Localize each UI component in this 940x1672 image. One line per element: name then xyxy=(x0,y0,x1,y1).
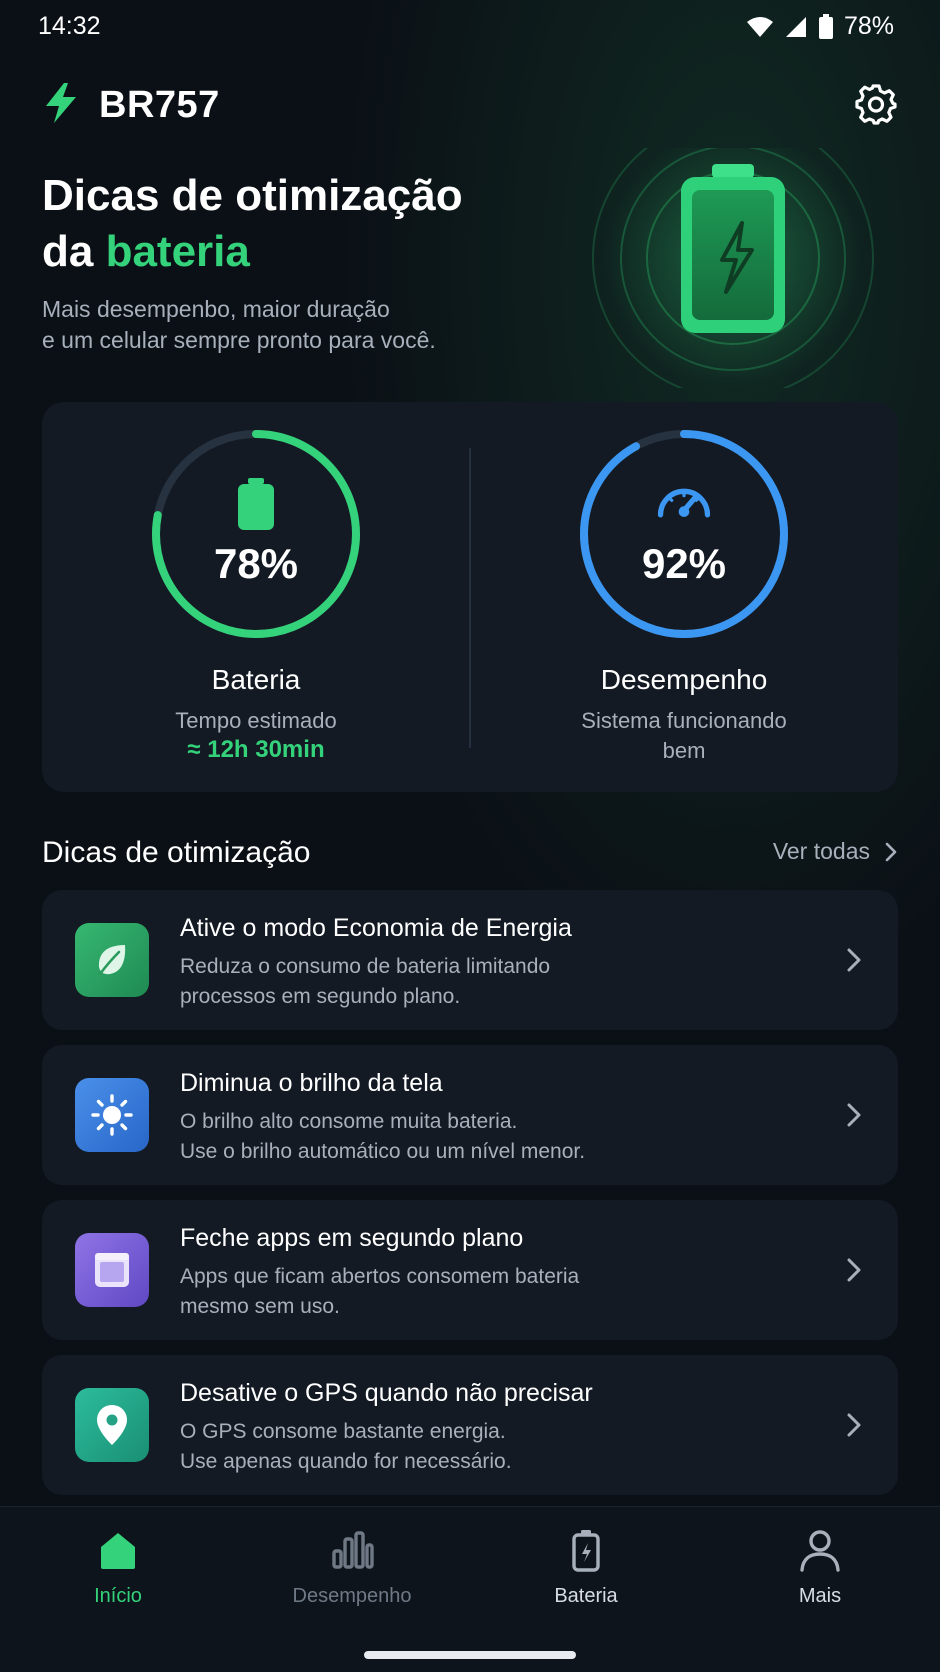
nav-label: Bateria xyxy=(554,1585,618,1607)
performance-label: Desempenho xyxy=(600,664,768,695)
performance-stat[interactable]: 92% Desempenho Sistema funcionando bem xyxy=(470,402,898,792)
tip-description: O brilho alto consome muita bateria. Use… xyxy=(180,1107,740,1167)
chevron-right-icon xyxy=(847,1103,861,1127)
bottom-nav: Início Desempenho Bateria Mais xyxy=(0,1506,940,1672)
page-subtitle-line1: Mais desempenbo, maior duração xyxy=(42,296,390,322)
battery-status-icon xyxy=(818,13,833,39)
nav-label: Mais xyxy=(798,1585,842,1607)
bar-chart-icon xyxy=(332,1531,374,1569)
signal-icon xyxy=(785,16,806,37)
tip-icon-box xyxy=(75,1233,149,1307)
bolt-icon xyxy=(46,83,76,123)
page-title-line1: Dicas de otimização xyxy=(42,171,463,220)
status-bar: 14:32 78% xyxy=(0,0,940,56)
performance-percent: 92% xyxy=(641,540,727,587)
status-battery-percent: 78% xyxy=(843,12,894,40)
window-icon xyxy=(95,1253,129,1287)
app-header: BR757 xyxy=(42,78,898,134)
tip-icon-box xyxy=(75,1388,149,1462)
tip-description-line1: O brilho alto consome muita bateria. xyxy=(180,1110,518,1133)
performance-sub-line1: Sistema funcionando xyxy=(581,708,787,733)
tip-title: Feche apps em segundo plano xyxy=(180,1224,524,1252)
tip-icon-box xyxy=(75,923,149,997)
tip-description-line1: Reduza o consumo de bateria limitando xyxy=(180,955,551,978)
page-title-prefix: da xyxy=(42,227,106,276)
chevron-right-icon xyxy=(847,948,861,972)
app-screen: 14:32 78% BR757 Dicas de otimização da b… xyxy=(0,0,940,1672)
battery-icon xyxy=(572,1530,600,1572)
location-pin-icon xyxy=(97,1405,127,1445)
tip-title: Ative o modo Economia de Energia xyxy=(180,914,572,942)
nav-item-bateria[interactable]: Bateria xyxy=(486,1527,686,1637)
battery-ring xyxy=(152,430,360,638)
tip-card-brightness[interactable]: Diminua o brilho da tela O brilho alto c… xyxy=(42,1045,898,1185)
battery-eta: ≈ 12h 30min xyxy=(187,736,325,763)
tip-description: Reduza o consumo de bateria limitando pr… xyxy=(180,952,740,1012)
page-subtitle-line2: e um celular sempre pronto para você. xyxy=(42,327,436,353)
chevron-right-icon xyxy=(847,1413,861,1437)
sun-icon xyxy=(91,1094,133,1136)
tip-description: O GPS consome bastante energia. Use apen… xyxy=(180,1417,740,1477)
tip-card-power-saving[interactable]: Ative o modo Economia de Energia Reduza … xyxy=(42,890,898,1030)
brand-name: BR757 xyxy=(99,84,220,126)
performance-ring xyxy=(580,430,788,638)
tip-description: Apps que ficam abertos consomem bateria … xyxy=(180,1262,740,1322)
status-time: 14:32 xyxy=(38,12,101,40)
tip-card-background-apps[interactable]: Feche apps em segundo plano Apps que fic… xyxy=(42,1200,898,1340)
nav-item-mais[interactable]: Mais xyxy=(720,1527,920,1637)
chevron-right-icon xyxy=(847,1258,861,1282)
page-title-line2: da bateria xyxy=(42,224,562,280)
tip-description-line2: mesmo sem uso. xyxy=(180,1295,340,1318)
tip-title: Diminua o brilho da tela xyxy=(180,1069,443,1097)
battery-label: Bateria xyxy=(211,664,301,695)
nav-item-desempenho[interactable]: Desempenho xyxy=(252,1527,452,1637)
tip-description-line2: Use o brilho automático ou um nível meno… xyxy=(180,1140,586,1163)
see-all-link[interactable]: Ver todas xyxy=(773,838,898,865)
performance-sub: Sistema funcionando bem xyxy=(470,706,898,766)
battery-stat[interactable]: 78% Bateria Tempo estimado ≈ 12h 30min xyxy=(42,402,470,792)
nav-label: Início xyxy=(94,1585,142,1607)
status-indicators: 78% xyxy=(746,12,894,41)
chevron-right-icon xyxy=(885,842,897,861)
tip-description-line1: Apps que ficam abertos consomem bateria xyxy=(180,1265,580,1288)
wifi-icon xyxy=(746,16,773,37)
tip-card-gps[interactable]: Desative o GPS quando não precisar O GPS… xyxy=(42,1355,898,1495)
performance-ring-progress xyxy=(580,430,788,638)
page-subtitle: Mais desempenbo, maior duração e um celu… xyxy=(42,294,512,356)
speedometer-icon xyxy=(657,488,711,518)
page-title: Dicas de otimização da bateria xyxy=(42,168,562,280)
performance-sub-line2: bem xyxy=(662,738,706,763)
page-title-accent: bateria xyxy=(105,227,250,276)
battery-sub: Tempo estimado xyxy=(175,708,337,733)
tip-description-line2: Use apenas quando for necessário. xyxy=(180,1450,512,1473)
battery-icon xyxy=(238,478,274,530)
gear-icon[interactable] xyxy=(854,82,898,126)
tip-description-line1: O GPS consome bastante energia. xyxy=(180,1420,506,1443)
nav-item-inicio[interactable]: Início xyxy=(18,1527,218,1637)
stats-card: 78% Bateria Tempo estimado ≈ 12h 30min 9… xyxy=(42,402,898,792)
tips-section-title: Dicas de otimização xyxy=(42,836,311,869)
home-indicator[interactable] xyxy=(364,1651,576,1659)
tip-title: Desative o GPS quando não precisar xyxy=(180,1379,593,1407)
tip-description-line2: processos em segundo plano. xyxy=(180,985,461,1008)
battery-percent: 78% xyxy=(213,540,299,587)
nav-label: Desempenho xyxy=(292,1585,412,1607)
leaf-icon xyxy=(98,945,126,976)
home-icon xyxy=(101,1533,135,1569)
user-icon xyxy=(800,1530,840,1572)
tip-icon-box xyxy=(75,1078,149,1152)
see-all-label: Ver todas xyxy=(772,838,870,864)
battery-illustration xyxy=(592,148,874,388)
